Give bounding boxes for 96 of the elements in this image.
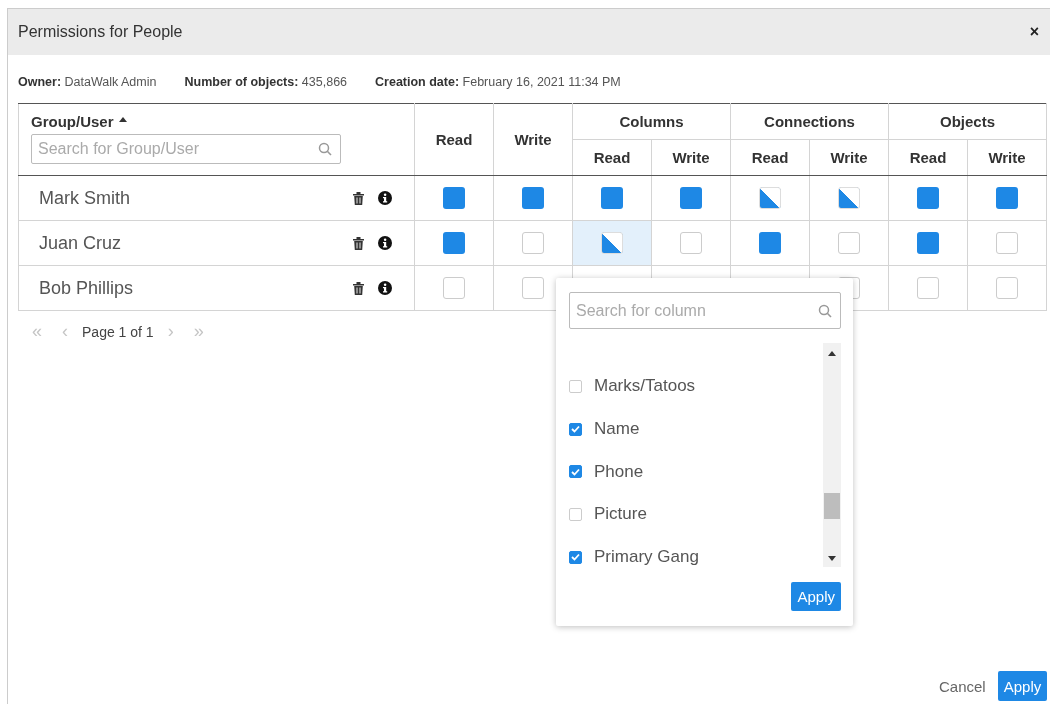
delete-button[interactable] xyxy=(353,236,364,250)
column-header: Read xyxy=(888,139,968,176)
scroll-thumb[interactable] xyxy=(824,493,840,519)
check-icon xyxy=(571,425,580,434)
permission-cell[interactable] xyxy=(572,220,652,266)
column-header: Write xyxy=(809,139,889,176)
column-header: Connections xyxy=(730,103,889,140)
permission-checkbox[interactable] xyxy=(759,187,781,209)
checkbox[interactable] xyxy=(569,422,582,436)
column-header: Read xyxy=(572,139,652,176)
permission-checkbox[interactable] xyxy=(443,187,465,209)
column-header: Write xyxy=(967,139,1047,176)
check-icon xyxy=(571,553,580,562)
permission-checkbox[interactable] xyxy=(680,187,702,209)
column-header: Write xyxy=(651,139,731,176)
info-icon xyxy=(378,236,392,250)
info-text: Owner: DataWalk Admin xyxy=(18,75,157,91)
trash-icon xyxy=(353,191,364,205)
column-header: Read xyxy=(414,103,494,176)
apply-button[interactable]: Apply xyxy=(791,582,841,611)
column-option[interactable]: Primary Gang xyxy=(569,535,823,567)
column-title: Group/User xyxy=(31,112,114,130)
checkbox[interactable] xyxy=(569,507,582,521)
permission-checkbox[interactable] xyxy=(522,232,544,254)
column-option[interactable]: Marks/Tatoos xyxy=(569,365,823,408)
info-button[interactable] xyxy=(378,191,392,205)
info-icon xyxy=(378,281,392,295)
column-header: Read xyxy=(730,139,810,176)
permission-cell[interactable] xyxy=(967,220,1047,266)
permission-checkbox[interactable] xyxy=(996,277,1018,299)
permission-checkbox[interactable] xyxy=(601,232,623,254)
cancel-button[interactable]: Cancel xyxy=(933,676,992,696)
permission-checkbox[interactable] xyxy=(917,277,939,299)
trash-icon xyxy=(353,236,364,250)
apply-button[interactable]: Apply xyxy=(997,671,1048,701)
permission-cell[interactable] xyxy=(572,175,652,221)
info-button[interactable] xyxy=(378,281,392,295)
info-button[interactable] xyxy=(378,236,392,250)
permission-checkbox[interactable] xyxy=(996,232,1018,254)
delete-button[interactable] xyxy=(353,191,364,205)
permission-cell[interactable] xyxy=(651,175,731,221)
user-name: Mark Smith xyxy=(39,187,130,209)
dialog-title: Permissions for People xyxy=(18,23,183,41)
info-text: Number of objects: 435,866 xyxy=(184,75,348,91)
delete-button[interactable] xyxy=(353,281,364,295)
column-header: Objects xyxy=(888,103,1047,140)
check-icon xyxy=(571,467,580,476)
permission-cell[interactable] xyxy=(493,220,573,266)
checkbox[interactable] xyxy=(569,550,582,564)
permission-checkbox[interactable] xyxy=(522,187,544,209)
permission-checkbox[interactable] xyxy=(522,277,544,299)
search-icon xyxy=(818,303,832,318)
permission-cell[interactable] xyxy=(967,265,1047,311)
permission-checkbox[interactable] xyxy=(917,187,939,209)
info-icon xyxy=(378,191,392,205)
checkbox[interactable] xyxy=(569,379,582,393)
permission-cell[interactable] xyxy=(967,175,1047,221)
permission-cell[interactable] xyxy=(414,220,494,266)
permission-cell[interactable] xyxy=(888,175,968,221)
scroll-up-icon xyxy=(828,351,836,356)
permission-checkbox[interactable] xyxy=(838,232,860,254)
permission-cell[interactable] xyxy=(414,175,494,221)
checkbox[interactable] xyxy=(569,465,582,479)
scroll-down-icon xyxy=(828,556,836,561)
permission-checkbox[interactable] xyxy=(443,232,465,254)
close-button[interactable]: × xyxy=(1029,23,1039,41)
permission-checkbox[interactable] xyxy=(759,232,781,254)
permission-checkbox[interactable] xyxy=(601,187,623,209)
permission-cell[interactable] xyxy=(888,220,968,266)
search-field[interactable]: Search for column xyxy=(569,292,841,329)
info-text: Creation date: February 16, 2021 11:34 PM xyxy=(375,75,621,91)
permission-cell[interactable] xyxy=(651,220,731,266)
permission-checkbox[interactable] xyxy=(680,232,702,254)
permission-cell[interactable] xyxy=(414,265,494,311)
permission-cell[interactable] xyxy=(809,220,889,266)
permission-cell[interactable] xyxy=(730,175,810,221)
user-name: Bob Phillips xyxy=(39,277,134,299)
column-header: Columns xyxy=(572,103,731,140)
trash-icon xyxy=(353,281,364,295)
permission-cell[interactable] xyxy=(493,175,573,221)
user-name: Juan Cruz xyxy=(39,232,122,254)
permission-checkbox[interactable] xyxy=(996,187,1018,209)
scrollbar[interactable] xyxy=(823,343,841,567)
column-header: Write xyxy=(493,103,573,176)
permission-checkbox[interactable] xyxy=(443,277,465,299)
permission-checkbox[interactable] xyxy=(838,187,860,209)
column-option[interactable]: Name xyxy=(569,407,823,451)
permission-cell[interactable] xyxy=(888,265,968,311)
search-field[interactable]: Search for Group/User xyxy=(31,134,341,164)
page-indicator: Page 1 of 1 xyxy=(82,323,154,340)
permission-checkbox[interactable] xyxy=(917,232,939,254)
column-option[interactable]: Phone xyxy=(569,450,823,494)
column-option[interactable]: Picture xyxy=(569,493,823,536)
permission-cell[interactable] xyxy=(809,175,889,221)
search-icon xyxy=(318,142,332,156)
permission-cell[interactable] xyxy=(730,220,810,266)
